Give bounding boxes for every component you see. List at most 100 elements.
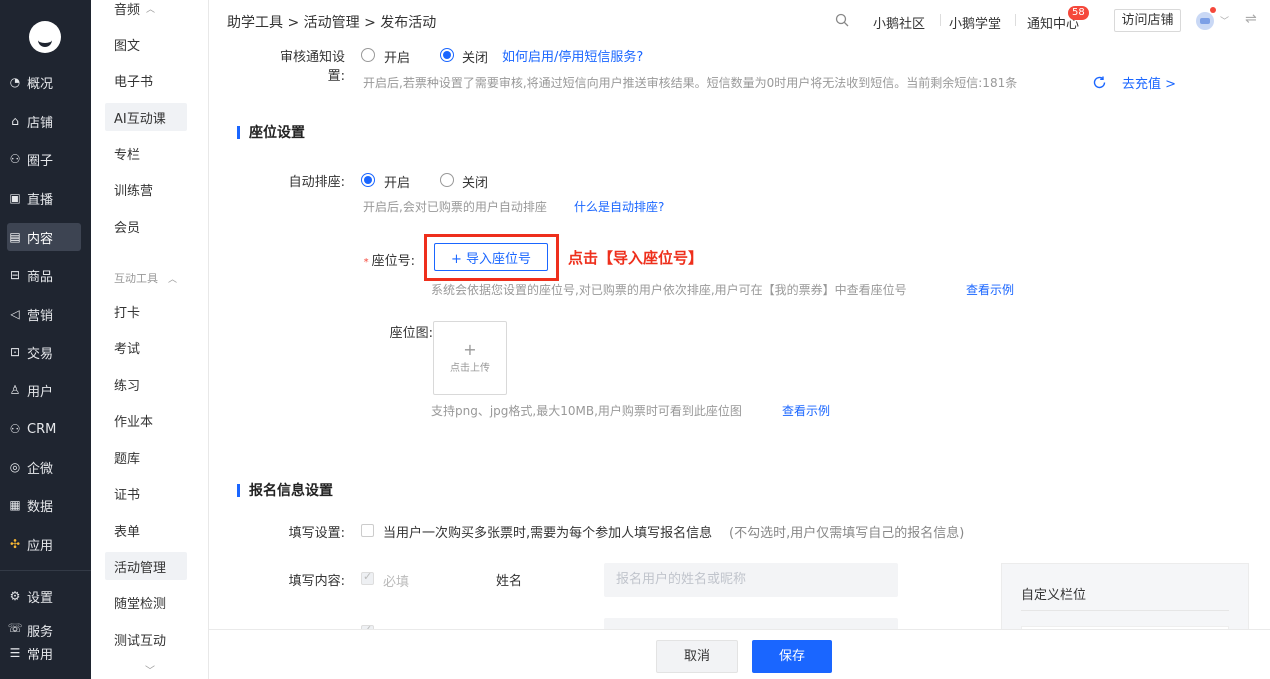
auto-seat-hint: 开启后,会对已购票的用户自动排座 xyxy=(363,200,547,214)
annotation-text: 点击【导入座位号】 xyxy=(568,249,704,267)
plus-icon: + xyxy=(463,339,477,359)
seat-number-example-link[interactable]: 查看示例 xyxy=(966,281,1014,298)
divider xyxy=(1015,14,1016,26)
refresh-icon[interactable] xyxy=(1092,75,1107,90)
required-mark: * xyxy=(363,257,369,268)
goods-icon: ⊟ xyxy=(9,268,21,282)
community-link[interactable]: 小鹅社区 xyxy=(873,13,925,32)
submenu-item-form[interactable]: 表单 xyxy=(105,516,187,544)
auto-seat-on-radio[interactable] xyxy=(361,173,375,187)
switch-icon[interactable]: ⇌ xyxy=(1245,11,1257,27)
shop-icon: ⌂ xyxy=(11,114,19,128)
nav-item-live[interactable]: ▣ 直播 xyxy=(7,184,81,212)
submenu-item-test-interact[interactable]: 测试互动 xyxy=(105,625,187,653)
submenu-item-ai-course[interactable]: AI互动课 xyxy=(105,103,187,131)
auto-seat-on-label[interactable]: 开启 xyxy=(384,172,410,191)
nav-item-trade[interactable]: ⊡ 交易 xyxy=(7,338,81,366)
seat-number-label: * 座位号: xyxy=(363,254,415,269)
auto-seat-help-link[interactable]: 什么是自动排座? xyxy=(574,198,664,215)
seat-number-hint: 系统会依据您设置的座位号,对已购票的用户依次排座,用户可在【我的票券】中查看座位… xyxy=(431,283,907,297)
submenu-item-camp[interactable]: 训练营 xyxy=(105,175,187,203)
seat-map-example-link[interactable]: 查看示例 xyxy=(782,402,830,419)
submenu-item-activity[interactable]: 活动管理 xyxy=(105,552,187,580)
fill-setting-label: 填写设置: xyxy=(288,526,345,541)
service-icon: ☏ xyxy=(7,621,23,635)
chevron-up-icon: ︿ xyxy=(168,274,178,285)
nav-item-common[interactable]: ☰ 常用 xyxy=(7,639,81,667)
auto-seat-off-radio[interactable] xyxy=(440,173,454,187)
nav-item-settings[interactable]: ⚙ 设置 xyxy=(7,582,81,610)
sms-help-link[interactable]: 如何启用/停用短信服务? xyxy=(502,46,643,65)
nav-item-data[interactable]: ▦ 数据 xyxy=(7,491,81,519)
data-icon: ▦ xyxy=(9,498,21,512)
nav-item-goods[interactable]: ⊟ 商品 xyxy=(7,261,81,289)
nav-item-content[interactable]: ▤ 内容 xyxy=(7,223,81,251)
multi-ticket-text[interactable]: 当用户一次购买多张票时,需要为每个参加人填写报名信息 xyxy=(383,522,712,541)
submenu-item-practice[interactable]: 练习 xyxy=(105,370,187,398)
wecom-icon: ◎ xyxy=(9,460,21,474)
review-notify-label: 审核通知设置: xyxy=(279,50,345,84)
required-checkbox xyxy=(361,570,374,585)
academy-link[interactable]: 小鹅学堂 xyxy=(949,13,1001,32)
breadcrumb: 助学工具 > 活动管理 > 发布活动 xyxy=(227,15,437,31)
cancel-button[interactable]: 取消 xyxy=(656,640,738,673)
chevron-down-icon[interactable]: ﹀ xyxy=(145,662,155,677)
user-icon: ♙ xyxy=(9,383,21,397)
live-icon: ▣ xyxy=(9,191,21,205)
submenu-item-article[interactable]: 图文 xyxy=(105,30,187,58)
footer-bar: 取消 保存 xyxy=(209,629,1270,679)
nav-item-shop[interactable]: ⌂ 店铺 xyxy=(7,107,81,135)
submenu-item-exam[interactable]: 考试 xyxy=(105,333,187,361)
submenu-item-member[interactable]: 会员 xyxy=(105,212,187,240)
search-icon[interactable] xyxy=(835,13,849,27)
review-off-label[interactable]: 关闭 xyxy=(462,47,488,66)
submenu-item-column[interactable]: 专栏 xyxy=(105,139,187,167)
submenu-item-audio[interactable]: 音频 ︿ xyxy=(105,0,187,22)
custom-field-panel: 自定义栏位 xyxy=(1001,563,1249,629)
auto-seat-label: 自动排座: xyxy=(288,175,345,190)
divider xyxy=(1021,610,1229,611)
nav-item-overview[interactable]: ◔ 概况 xyxy=(7,68,81,96)
top-bar: 助学工具 > 活动管理 > 发布活动 小鹅社区 小鹅学堂 通知中心 58 访问店… xyxy=(209,0,1270,42)
visit-store-button[interactable]: 访问店铺 xyxy=(1114,9,1181,32)
annotation-highlight-box xyxy=(424,234,559,281)
apps-icon: ✣ xyxy=(9,537,21,551)
review-off-radio[interactable] xyxy=(440,48,454,62)
settings-icon: ⚙ xyxy=(9,589,21,603)
auto-seat-off-label[interactable]: 关闭 xyxy=(462,172,488,191)
seat-map-hint: 支持png、jpg格式,最大10MB,用户购票时可看到此座位图 xyxy=(431,404,742,418)
app-logo[interactable] xyxy=(29,21,61,53)
nav-item-service[interactable]: ☏ 服务 xyxy=(7,621,81,637)
nav-item-apps[interactable]: ✣ 应用 xyxy=(7,530,81,558)
nav-item-wecom[interactable]: ◎ 企微 xyxy=(7,453,81,481)
nav-item-crm[interactable]: ⚇ CRM xyxy=(7,415,81,443)
chevron-down-icon[interactable]: ﹀ xyxy=(1220,14,1229,27)
next-field-input xyxy=(604,618,898,629)
main-form: 审核通知设置: 开启 关闭 如何启用/停用短信服务? 开启后,若票种设置了需要审… xyxy=(209,42,1270,629)
notification-badge: 58 xyxy=(1068,6,1089,20)
nav-item-user[interactable]: ♙ 用户 xyxy=(7,376,81,404)
review-on-label[interactable]: 开启 xyxy=(384,47,410,66)
nav-item-marketing[interactable]: ◁ 营销 xyxy=(7,300,81,328)
submenu-item-homework[interactable]: 作业本 xyxy=(105,406,187,434)
avatar[interactable] xyxy=(1196,12,1214,30)
nav-item-circle[interactable]: ⚇ 圈子 xyxy=(7,145,81,173)
main-nav: ◔ 概况 ⌂ 店铺 ⚇ 圈子 ▣ 直播 ▤ 内容 ⊟ 商品 ◁ 营销 ⊡ 交易 ♙ 用户 ⚇ CRM… xyxy=(0,0,91,679)
review-on-radio[interactable] xyxy=(361,48,375,62)
multi-ticket-note: (不勾选时,用户仅需填写自己的报名信息) xyxy=(729,526,965,541)
submenu-group-interactive[interactable]: 互动工具 ︿ xyxy=(114,270,177,286)
save-button[interactable]: 保存 xyxy=(752,640,832,673)
multi-ticket-checkbox[interactable] xyxy=(361,524,374,537)
submenu-item-question-bank[interactable]: 题库 xyxy=(105,443,187,471)
common-icon: ☰ xyxy=(9,646,21,660)
seat-map-upload[interactable]: + 点击上传 xyxy=(433,321,507,395)
submenu-item-certificate[interactable]: 证书 xyxy=(105,479,187,507)
recharge-link[interactable]: 去充值 > xyxy=(1122,73,1176,92)
submenu-item-ebook[interactable]: 电子书 xyxy=(105,66,187,94)
name-field-label: 姓名 xyxy=(496,574,523,589)
submenu-item-quiz[interactable]: 随堂检测 xyxy=(105,588,187,616)
content-icon: ▤ xyxy=(9,230,21,244)
submenu-item-checkin[interactable]: 打卡 xyxy=(105,297,187,325)
signup-section-title: 报名信息设置 xyxy=(237,480,333,500)
fill-content-label: 填写内容: xyxy=(288,574,345,589)
